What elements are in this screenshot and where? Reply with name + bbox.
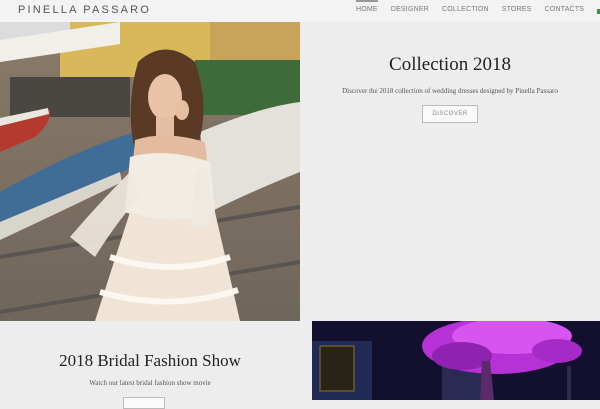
fashion-show-title: 2018 Bridal Fashion Show — [59, 351, 241, 370]
fashion-show-panel: 2018 Bridal Fashion Show Watch our lates… — [0, 321, 300, 409]
nav-collection[interactable]: COLLECTION — [442, 0, 489, 22]
collection-panel: Collection 2018 Discover the 2018 collec… — [300, 22, 600, 321]
nav-stores[interactable]: STORES — [502, 0, 532, 22]
fashion-show-subtitle: Watch our latest bridal fashion show mov… — [89, 379, 211, 387]
main-nav: HOME DESIGNER COLLECTION STORES CONTACTS — [356, 0, 600, 22]
site-header: PINELLA PASSARO HOME DESIGNER COLLECTION… — [0, 0, 600, 22]
brand-logo[interactable]: PINELLA PASSARO — [18, 4, 151, 16]
watch-button[interactable] — [123, 397, 165, 409]
nav-designer[interactable]: DESIGNER — [391, 0, 429, 22]
collection-title: Collection 2018 — [389, 54, 511, 75]
hero-bride-photo — [0, 22, 300, 321]
discover-button[interactable]: DISCOVER — [422, 105, 478, 123]
nav-contacts[interactable]: CONTACTS — [545, 0, 585, 22]
nav-home[interactable]: HOME — [356, 0, 378, 22]
fashion-show-photo[interactable] — [312, 321, 600, 400]
collection-subtitle: Discover the 2018 collection of wedding … — [342, 87, 558, 95]
fashion-show-section: 2018 Bridal Fashion Show Watch our lates… — [0, 321, 600, 409]
